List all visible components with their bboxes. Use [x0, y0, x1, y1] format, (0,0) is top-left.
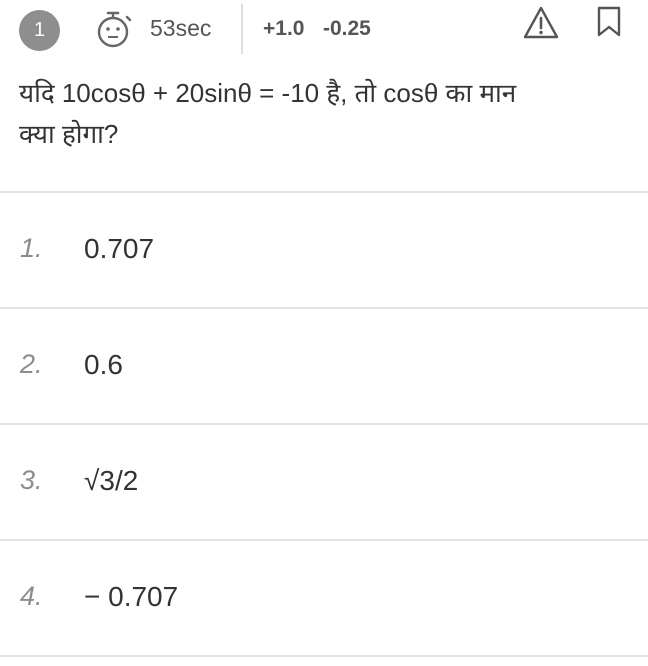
question-line-2: क्या होगा? — [19, 119, 119, 149]
option-2[interactable]: 2. 0.6 — [0, 309, 648, 423]
option-number: 1. — [20, 233, 43, 263]
question-number: 1 — [33, 19, 46, 41]
option-1[interactable]: 1. 0.707 — [0, 193, 648, 307]
option-text: 0.707 — [84, 233, 155, 264]
option-number: 2. — [20, 349, 43, 379]
warning-triangle-icon[interactable] — [522, 5, 560, 41]
option-text: √3/2 — [84, 465, 139, 496]
option-3[interactable]: 3. √3/2 — [0, 425, 648, 539]
bookmark-icon[interactable] — [595, 6, 623, 38]
option-text: − 0.707 — [84, 581, 179, 612]
divider — [0, 655, 648, 657]
stopwatch-icon — [97, 11, 132, 48]
question-line-1: यदि 10cosθ + 20sinθ = -10 है, तो cosθ का… — [19, 78, 517, 108]
option-4[interactable]: 4. − 0.707 — [0, 541, 648, 655]
question-header: 1 53sec +1.0 -0.25 — [0, 0, 648, 60]
header-divider — [241, 4, 243, 54]
option-number: 4. — [20, 581, 43, 611]
question-text: यदि 10cosθ + 20sinθ = -10 है, तो cosθ का… — [19, 73, 634, 155]
question-number-badge: 1 — [19, 10, 60, 51]
negative-marks: -0.25 — [323, 17, 371, 40]
option-number: 3. — [20, 465, 43, 495]
positive-marks: +1.0 — [263, 17, 305, 40]
timer-text: 53sec — [150, 15, 212, 41]
option-text: 0.6 — [84, 349, 123, 380]
